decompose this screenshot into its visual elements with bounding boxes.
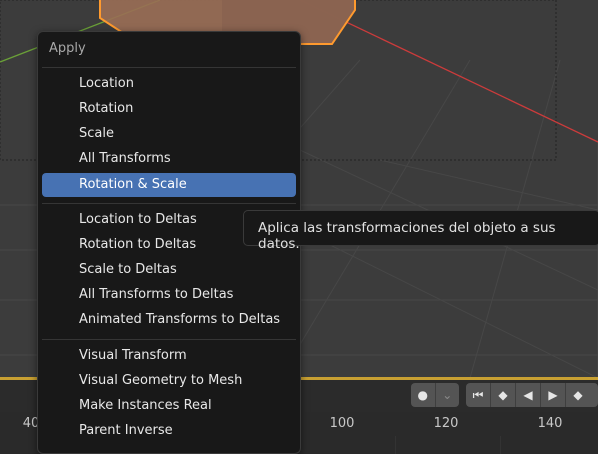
menu-item-visual-transform[interactable]: Visual Transform — [42, 344, 296, 368]
keying-group: ● ⌄ — [411, 383, 459, 407]
play-icon[interactable]: ▶ — [541, 383, 566, 407]
menu-item-scale[interactable]: Scale — [42, 122, 296, 146]
menu-item-animated-transforms-to-deltas[interactable]: Animated Transforms to Deltas — [42, 308, 296, 332]
prev-keyframe-icon[interactable]: ◆ — [491, 383, 516, 407]
next-keyframe-icon[interactable]: ◆ — [566, 383, 590, 407]
menu-title: Apply — [49, 41, 86, 56]
record-icon[interactable]: ● — [411, 383, 436, 407]
menu-item-rotation-scale[interactable]: Rotation & Scale — [42, 173, 296, 197]
menu-divider — [42, 203, 296, 204]
menu-item-all-transforms-to-deltas[interactable]: All Transforms to Deltas — [42, 283, 296, 307]
ruler-label: 120 — [433, 416, 459, 431]
menu-divider — [42, 67, 296, 68]
jump-start-icon[interactable]: ⏮ — [466, 383, 491, 407]
ruler-label: 100 — [329, 416, 355, 431]
ruler-label: 140 — [537, 416, 563, 431]
playback-controls: ⏮ ◆ ◀ ▶ ◆ — [466, 383, 598, 407]
menu-item-all-transforms[interactable]: All Transforms — [42, 147, 296, 171]
menu-item-visual-geometry-to-mesh[interactable]: Visual Geometry to Mesh — [42, 369, 296, 393]
menu-item-scale-to-deltas[interactable]: Scale to Deltas — [42, 258, 296, 282]
tooltip: Aplica las transformaciones del objeto a… — [243, 210, 598, 252]
chevron-down-icon[interactable]: ⌄ — [436, 383, 460, 407]
menu-item-make-instances-real[interactable]: Make Instances Real — [42, 394, 296, 418]
menu-item-rotation[interactable]: Rotation — [42, 97, 296, 121]
tooltip-text: Aplica las transformaciones del objeto a… — [258, 220, 556, 252]
menu-item-parent-inverse[interactable]: Parent Inverse — [42, 419, 296, 443]
menu-divider — [42, 339, 296, 340]
play-reverse-icon[interactable]: ◀ — [516, 383, 541, 407]
menu-item-location[interactable]: Location — [42, 72, 296, 96]
